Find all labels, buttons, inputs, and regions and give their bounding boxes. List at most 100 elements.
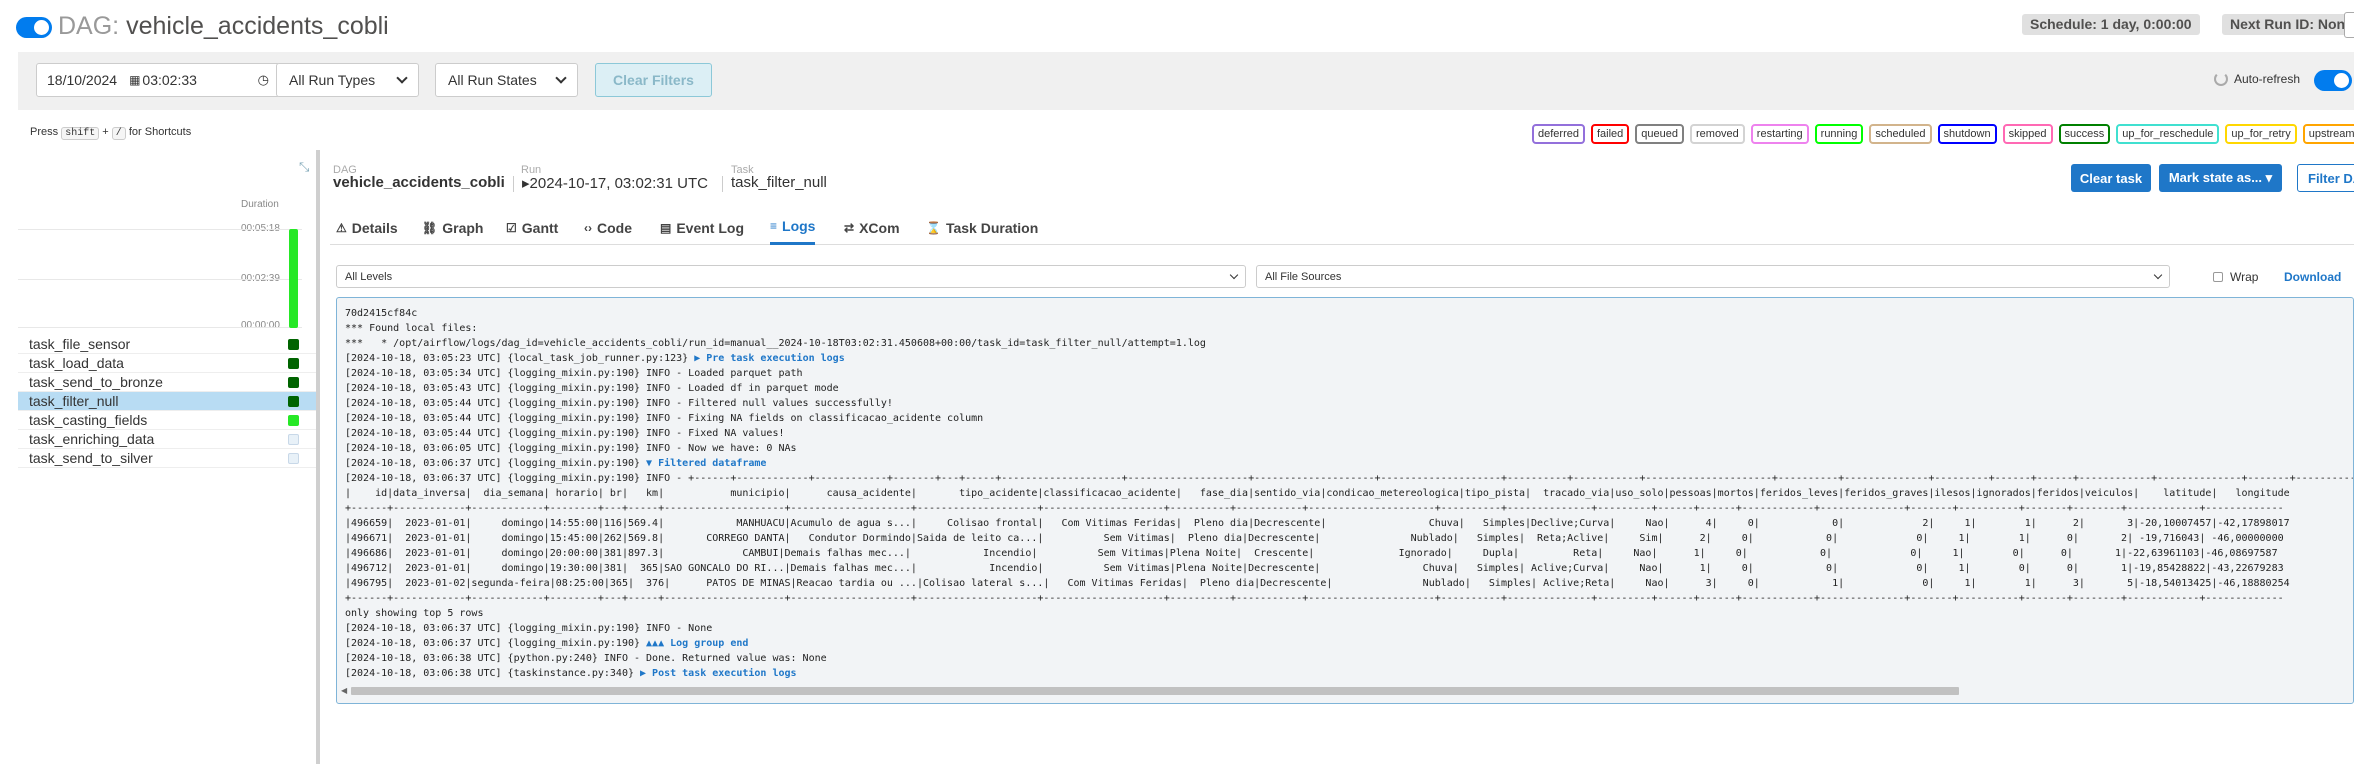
breadcrumb-task[interactable]: task_filter_null bbox=[731, 174, 827, 191]
tab-label: Task Duration bbox=[945, 219, 1039, 236]
log-text: [2024-10-18, 03:05:23 UTC] {local_task_j… bbox=[345, 353, 695, 364]
run-states-value: All Run States bbox=[448, 72, 537, 88]
spinner-icon bbox=[2214, 72, 2228, 86]
log-group-toggle[interactable]: ▶ Pre task execution logs bbox=[694, 353, 845, 364]
header-edge-button[interactable] bbox=[2344, 12, 2354, 38]
filter-dag-button[interactable]: Filter DAG by task bbox=[2297, 164, 2354, 192]
log-line: |496712| 2023-01-01| domingo|19:30:00|38… bbox=[345, 561, 2353, 576]
log-group-toggle[interactable]: ▲▲▲ Log group end bbox=[646, 638, 748, 649]
grid-line bbox=[18, 279, 302, 280]
schedule-badge: Schedule: 1 day, 0:00:00 bbox=[2022, 14, 2200, 35]
log-levels-select[interactable]: All Levels bbox=[336, 265, 1246, 288]
dag-title: DAG: vehicle_accidents_cobli bbox=[58, 12, 389, 41]
horizontal-scrollbar[interactable]: ◀ bbox=[339, 686, 2351, 695]
breadcrumb-separator bbox=[513, 176, 514, 192]
log-text: |496795| 2023-01-02|segunda-feira|08:25:… bbox=[345, 578, 2290, 589]
log-line: [2024-10-18, 03:05:34 UTC] {logging_mixi… bbox=[345, 366, 2353, 381]
log-text: +------+------------+------------+------… bbox=[345, 593, 2284, 604]
legend-deferred[interactable]: deferred bbox=[1532, 124, 1585, 144]
legend-upstream_failed[interactable]: upstream_failed bbox=[2302, 124, 2354, 144]
tab-event-log[interactable]: ▤ Event Log bbox=[660, 210, 744, 245]
tab-label: Details bbox=[351, 219, 398, 236]
task-instance-cell[interactable] bbox=[288, 377, 299, 388]
task-row[interactable]: task_load_data bbox=[18, 354, 316, 373]
log-text: |496686| 2023-01-01| domingo|20:00:00|38… bbox=[345, 548, 2278, 559]
clear-task-button[interactable]: Clear task bbox=[2071, 164, 2151, 192]
scrollbar-thumb[interactable] bbox=[351, 687, 1959, 695]
panel-divider[interactable] bbox=[316, 150, 320, 764]
legend-up_for_retry[interactable]: up_for_retry bbox=[2225, 124, 2297, 144]
time-value: 03:02:33 bbox=[142, 72, 197, 88]
log-text: [2024-10-18, 03:06:37 UTC] {logging_mixi… bbox=[345, 623, 713, 634]
log-line: [2024-10-18, 03:06:37 UTC] {logging_mixi… bbox=[345, 621, 2353, 636]
log-line: |496686| 2023-01-01| domingo|20:00:00|38… bbox=[345, 546, 2353, 561]
auto-refresh-toggle[interactable] bbox=[2314, 70, 2352, 91]
download-link[interactable]: Download bbox=[2284, 270, 2341, 284]
task-row[interactable]: task_send_to_silver bbox=[18, 449, 316, 468]
run-duration-bar[interactable] bbox=[289, 229, 298, 328]
state-legend: deferred failed queued removed restarting run… bbox=[1532, 124, 2354, 144]
chevron-down-icon bbox=[555, 72, 567, 84]
legend-failed[interactable]: failed bbox=[1590, 124, 1630, 144]
legend-success[interactable]: success bbox=[2058, 124, 2111, 144]
log-levels-value: All Levels bbox=[345, 270, 393, 283]
legend-running[interactable]: running bbox=[1814, 124, 1864, 144]
task-instance-cell[interactable] bbox=[288, 415, 299, 426]
clock-icon[interactable]: ◷ bbox=[258, 72, 269, 88]
legend-scheduled[interactable]: scheduled bbox=[1869, 124, 1932, 144]
clear-filters-button[interactable]: Clear Filters bbox=[595, 63, 712, 97]
task-instance-cell[interactable] bbox=[288, 358, 299, 369]
legend-skipped[interactable]: skipped bbox=[2002, 124, 2053, 144]
tab-task-duration[interactable]: ⌛ Task Duration bbox=[926, 210, 1038, 245]
run-states-select[interactable]: All Run States bbox=[435, 63, 578, 97]
log-text: only showing top 5 rows bbox=[345, 608, 484, 619]
legend-removed[interactable]: removed bbox=[1690, 124, 1745, 144]
tab-details[interactable]: ⚠ Details bbox=[336, 210, 398, 245]
log-line: *** Found local files: bbox=[345, 321, 2353, 336]
run-types-select[interactable]: All Run Types bbox=[276, 63, 419, 97]
log-group-toggle[interactable]: ▼ Filtered dataframe bbox=[646, 458, 766, 469]
dag-prefix: DAG: bbox=[58, 12, 127, 40]
event-log-icon: ▤ bbox=[660, 220, 672, 235]
log-sources-select[interactable]: All File Sources bbox=[1256, 265, 2170, 288]
kbd-shift: shift bbox=[61, 127, 100, 140]
task-row[interactable]: task_file_sensor bbox=[18, 335, 316, 354]
tab-xcom[interactable]: ⇄ XCom bbox=[844, 210, 900, 245]
log-text: [2024-10-18, 03:05:44 UTC] {logging_mixi… bbox=[345, 398, 893, 409]
log-text: [2024-10-18, 03:05:34 UTC] {logging_mixi… bbox=[345, 368, 803, 379]
log-text: |496671| 2023-01-01| domingo|15:45:00|26… bbox=[345, 533, 2284, 544]
task-instance-cell[interactable] bbox=[288, 434, 299, 445]
legend-shutdown[interactable]: shutdown bbox=[1937, 124, 1997, 144]
chevron-down-icon bbox=[396, 72, 408, 84]
tab-logs[interactable]: ≡ Logs bbox=[770, 210, 816, 245]
legend-up_for_reschedule[interactable]: up_for_reschedule bbox=[2116, 124, 2220, 144]
tab-label: XCom bbox=[859, 219, 900, 236]
breadcrumb-dag[interactable]: vehicle_accidents_cobli bbox=[333, 174, 505, 191]
scroll-left-icon[interactable]: ◀ bbox=[341, 686, 347, 695]
task-row[interactable]: task_filter_null bbox=[18, 392, 316, 411]
wrap-checkbox[interactable] bbox=[2213, 272, 2223, 282]
tab-graph[interactable]: ⛓ Graph bbox=[422, 210, 483, 245]
mark-state-button[interactable]: Mark state as... ▾ bbox=[2159, 164, 2282, 192]
task-instance-cell[interactable] bbox=[288, 453, 299, 464]
legend-restarting[interactable]: restarting bbox=[1750, 124, 1809, 144]
log-group-toggle[interactable]: ▶ Post task execution logs bbox=[640, 668, 797, 679]
tab-code[interactable]: ‹› Code bbox=[584, 210, 632, 245]
task-row[interactable]: task_casting_fields bbox=[18, 411, 316, 430]
log-viewer[interactable]: 70d2415cf84c *** Found local files: *** * … bbox=[336, 297, 2354, 704]
breadcrumb-run[interactable]: ▸2024-10-17, 03:02:31 UTC bbox=[522, 174, 708, 192]
task-row[interactable]: task_send_to_bronze bbox=[18, 373, 316, 392]
log-line: only showing top 5 rows bbox=[345, 606, 2353, 621]
tab-gantt[interactable]: ☑ Gantt bbox=[506, 210, 558, 245]
dag-pause-toggle[interactable] bbox=[16, 17, 52, 38]
task-row[interactable]: task_enriching_data bbox=[18, 430, 316, 449]
shortcuts-hint: Press shift + / for Shortcuts bbox=[30, 126, 191, 140]
task-instance-cell[interactable] bbox=[288, 396, 299, 407]
collapse-icon[interactable]: ⤡ bbox=[299, 160, 313, 174]
tab-label: Logs bbox=[782, 218, 816, 234]
legend-queued[interactable]: queued bbox=[1635, 124, 1684, 144]
base-date-input[interactable]: 18/10/2024 ▦ 03:02:33 ◷ bbox=[36, 63, 280, 97]
log-text: [2024-10-18, 03:05:44 UTC] {logging_mixi… bbox=[345, 413, 984, 424]
task-name: task_filter_null bbox=[29, 393, 119, 409]
task-instance-cell[interactable] bbox=[288, 339, 299, 350]
